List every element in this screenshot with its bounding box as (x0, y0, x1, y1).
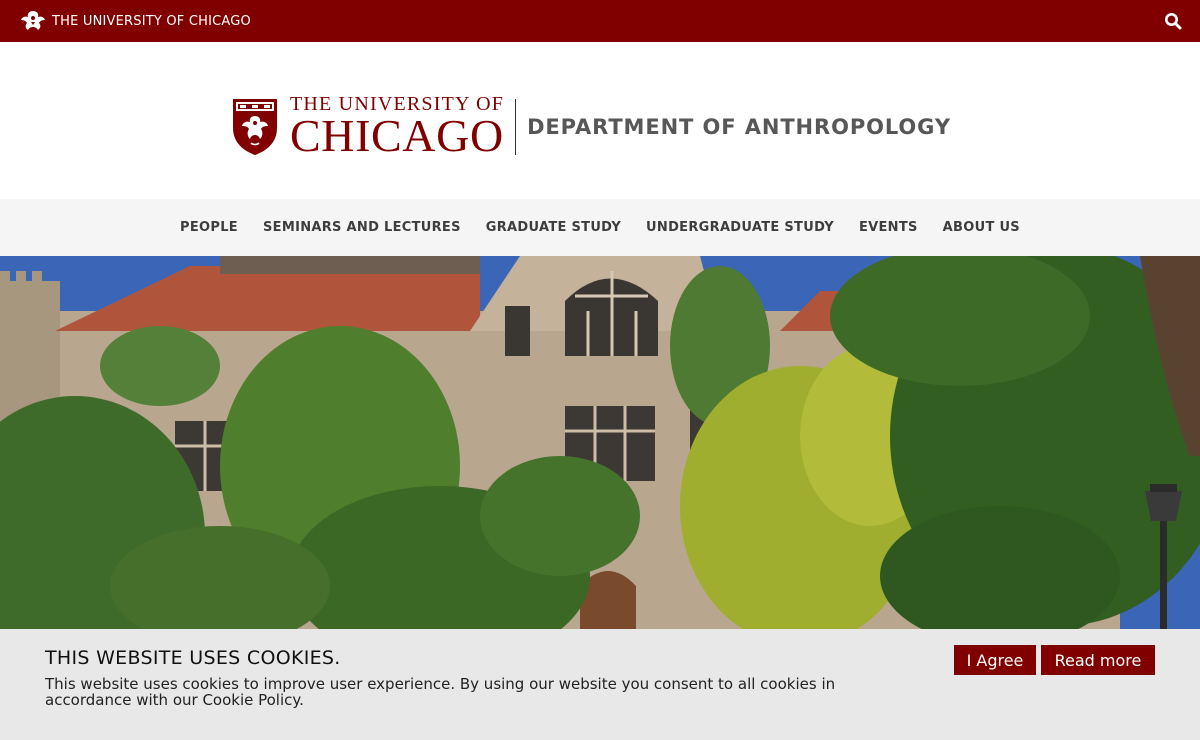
nav-item-graduate-study[interactable]: GRADUATE STUDY (486, 220, 621, 235)
ivy-covered-building-image (0, 256, 1200, 629)
masthead: THE UNIVERSITY OF CHICAGO DEPARTMENT OF … (0, 42, 1200, 199)
nav-item-seminars-and-lectures[interactable]: SEMINARS AND LECTURES (263, 220, 461, 235)
main-navigation: PEOPLE SEMINARS AND LECTURES GRADUATE ST… (0, 199, 1200, 256)
nav-item-about-us[interactable]: ABOUT US (943, 220, 1020, 235)
university-name: THE UNIVERSITY OF CHICAGO (52, 13, 251, 29)
phoenix-icon (21, 11, 45, 30)
university-home-link[interactable]: THE UNIVERSITY OF CHICAGO (20, 9, 251, 33)
cookie-banner: THIS WEBSITE USES COOKIES. This website … (0, 629, 1200, 740)
search-icon[interactable] (1164, 12, 1182, 30)
university-shield-icon (233, 98, 277, 155)
agree-button[interactable]: I Agree (954, 645, 1036, 675)
nav-item-events[interactable]: EVENTS (859, 220, 918, 235)
nav-item-undergraduate-study[interactable]: UNDERGRADUATE STUDY (646, 220, 834, 235)
cookie-banner-text: This website uses cookies to improve use… (45, 675, 836, 709)
cookie-banner-title: THIS WEBSITE USES COOKIES. (45, 647, 341, 669)
logo-divider (515, 98, 517, 155)
nav-item-people[interactable]: PEOPLE (180, 220, 238, 235)
department-logo[interactable]: THE UNIVERSITY OF CHICAGO DEPARTMENT OF … (232, 94, 951, 159)
read-more-button[interactable]: Read more (1041, 645, 1155, 675)
department-name: DEPARTMENT OF ANTHROPOLOGY (527, 114, 951, 139)
hero-image (0, 256, 1200, 629)
logo-line-2: CHICAGO (290, 110, 504, 161)
top-bar: THE UNIVERSITY OF CHICAGO (0, 0, 1200, 42)
